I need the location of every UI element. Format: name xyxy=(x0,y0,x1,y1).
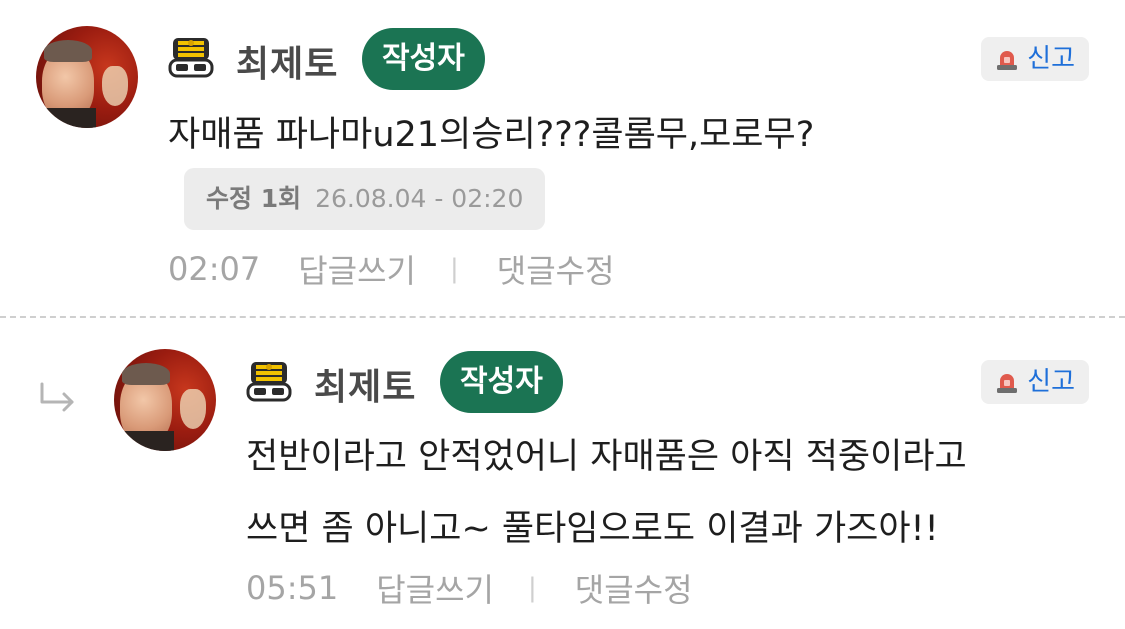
comment-meta: 02:07 답글쓰기 | 댓글수정 xyxy=(168,246,615,292)
report-button[interactable]: 신고 xyxy=(981,360,1089,404)
meta-separator: | xyxy=(527,573,537,603)
comment-meta: 05:51 답글쓰기 | 댓글수정 xyxy=(246,565,693,611)
meta-separator: | xyxy=(449,254,459,284)
reply-button[interactable]: 답글쓰기 xyxy=(298,246,416,292)
edit-comment-button[interactable]: 댓글수정 xyxy=(497,246,615,292)
author-name[interactable]: 최제토 xyxy=(314,358,416,410)
comment-item: 최제토 작성자 신고 자매품 파나마u21의승리???콜롬무,모로무? 수정 1… xyxy=(0,0,1125,316)
avatar-hair xyxy=(122,363,170,385)
siren-icon xyxy=(997,51,1018,70)
comment-text-line: 전반이라고 안적었어니 자매품은 아직 적중이라고 xyxy=(246,437,967,477)
comment-text: 전반이라고 안적었어니 자매품은 아직 적중이라고 쓰면 좀 아니고~ 풀타임으… xyxy=(246,426,967,560)
author-tag: 작성자 xyxy=(440,351,563,413)
comment-time: 02:07 xyxy=(168,250,261,288)
avatar[interactable] xyxy=(114,349,216,451)
edit-history[interactable]: 수정 1회 26.08.04 - 02:20 xyxy=(184,168,546,230)
edit-count-label: 수정 1회 xyxy=(206,184,302,213)
reply-button[interactable]: 답글쓰기 xyxy=(376,565,494,611)
reply-comment-item: 최제토 작성자 신고 전반이라고 안적었어니 자매품은 아직 적중이라고 쓰면 … xyxy=(0,318,1125,629)
comment-text-line: 자매품 파나마u21의승리???콜롬무,모로무? xyxy=(168,115,815,155)
avatar-crest xyxy=(180,389,206,429)
edit-comment-button[interactable]: 댓글수정 xyxy=(575,565,693,611)
report-label: 신고 xyxy=(1027,44,1075,74)
edit-datetime: 26.08.04 - 02:20 xyxy=(315,184,524,213)
author-name[interactable]: 최제토 xyxy=(236,35,338,87)
avatar-crest xyxy=(102,66,128,106)
report-button[interactable]: 신고 xyxy=(981,37,1089,81)
comment-text-line: 쓰면 좀 아니고~ 풀타임으로도 이결과 가즈아!! xyxy=(246,509,939,549)
military-rank-badge-icon xyxy=(246,362,292,402)
avatar-hair xyxy=(44,40,92,62)
author-tag: 작성자 xyxy=(362,28,485,90)
comment-text: 자매품 파나마u21의승리???콜롬무,모로무? xyxy=(168,104,814,166)
comment-time: 05:51 xyxy=(246,569,339,607)
avatar-shirt xyxy=(36,108,96,128)
report-label: 신고 xyxy=(1027,367,1075,397)
avatar[interactable] xyxy=(36,26,138,128)
siren-icon xyxy=(997,374,1018,393)
military-rank-badge-icon xyxy=(168,38,214,78)
avatar-shirt xyxy=(114,431,174,451)
